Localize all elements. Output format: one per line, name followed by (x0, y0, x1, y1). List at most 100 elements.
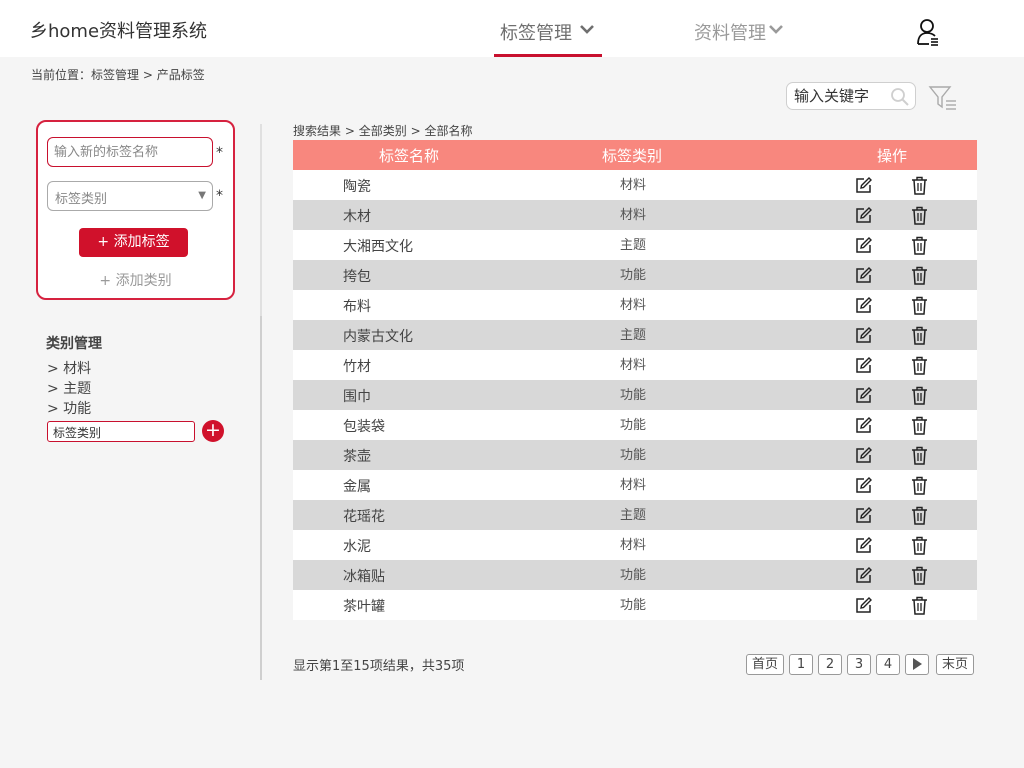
add-tag-button[interactable]: + 添加标签 (79, 228, 188, 257)
edit-icon[interactable] (855, 387, 872, 404)
edit-icon[interactable] (855, 447, 872, 464)
trash-icon[interactable] (911, 236, 928, 255)
tag-name-cell: 包装袋 (343, 419, 385, 435)
table-row: 竹材 材料 (293, 350, 977, 380)
trash-icon[interactable] (911, 176, 928, 195)
table-row: 茶壶 功能 (293, 440, 977, 470)
breadcrumb-separator: > (410, 124, 421, 138)
chevron-down-icon (580, 25, 594, 34)
play-right-icon (913, 658, 922, 670)
tag-type-cell: 主题 (620, 328, 647, 343)
trash-icon[interactable] (911, 266, 928, 285)
breadcrumb-separator: > (142, 68, 153, 82)
chevron-down-icon (769, 25, 783, 34)
edit-icon[interactable] (855, 267, 872, 284)
breadcrumb-item[interactable]: 标签管理 (91, 68, 139, 82)
tag-type-cell: 材料 (620, 208, 647, 223)
tag-name-cell: 围巾 (343, 389, 371, 405)
tag-type-cell: 主题 (620, 508, 647, 523)
table-row: 冰箱贴 功能 (293, 560, 977, 590)
add-category-link[interactable]: + 添加类别 (38, 270, 233, 290)
nav-tag-management[interactable]: 标签管理 (494, 0, 602, 57)
tag-name-cell: 挎包 (343, 269, 371, 285)
new-category-field (47, 421, 195, 442)
edit-icon[interactable] (855, 417, 872, 434)
search-icon[interactable] (890, 87, 910, 107)
add-tag-panel: * 标签类别 ▼ * + 添加标签 + 添加类别 (36, 120, 235, 300)
tag-name-cell: 大湘西文化 (343, 239, 413, 255)
table-row: 花瑶花 主题 (293, 500, 977, 530)
edit-icon[interactable] (855, 477, 872, 494)
table-row: 水泥 材料 (293, 530, 977, 560)
breadcrumb: 当前位置：标签管理 > 产品标签 (31, 66, 205, 83)
trash-icon[interactable] (911, 446, 928, 465)
trash-icon[interactable] (911, 566, 928, 585)
last-page-button[interactable]: 末页 (936, 654, 974, 675)
column-header-type: 标签类别 (602, 147, 663, 165)
tag-name-cell: 竹材 (343, 359, 371, 375)
top-header: 乡home资料管理系统 标签管理 资料管理 (0, 0, 1024, 57)
breadcrumb-item[interactable]: 产品标签 (157, 68, 205, 82)
tag-type-cell: 功能 (620, 448, 647, 463)
column-header-actions: 操作 (877, 147, 908, 165)
trash-icon[interactable] (911, 356, 928, 375)
add-category-button[interactable]: + (202, 420, 224, 442)
tag-name-cell: 布料 (343, 299, 371, 315)
results-crumb-item[interactable]: 搜索结果 (293, 124, 341, 138)
trash-icon[interactable] (911, 506, 928, 525)
edit-icon[interactable] (855, 327, 872, 344)
tag-type-cell: 功能 (620, 418, 647, 433)
page-button-4[interactable]: 4 (876, 654, 900, 675)
edit-icon[interactable] (855, 207, 872, 224)
table-row: 茶叶罐 功能 (293, 590, 977, 620)
nav-data-management[interactable]: 资料管理 (688, 0, 788, 57)
table-row: 挎包 功能 (293, 260, 977, 290)
first-page-button[interactable]: 首页 (746, 654, 784, 675)
edit-icon[interactable] (855, 567, 872, 584)
trash-icon[interactable] (911, 326, 928, 345)
tag-name-cell: 水泥 (343, 539, 371, 555)
trash-icon[interactable] (911, 596, 928, 615)
edit-icon[interactable] (855, 537, 872, 554)
new-category-input[interactable] (53, 424, 188, 440)
user-account-icon[interactable] (916, 18, 940, 46)
tag-type-cell: 功能 (620, 388, 647, 403)
page-button-3[interactable]: 3 (847, 654, 871, 675)
tag-name-cell: 茶叶罐 (343, 599, 385, 615)
trash-icon[interactable] (911, 536, 928, 555)
edit-icon[interactable] (855, 507, 872, 524)
edit-icon[interactable] (855, 237, 872, 254)
edit-icon[interactable] (855, 177, 872, 194)
tag-name-cell: 内蒙古文化 (343, 329, 413, 345)
trash-icon[interactable] (911, 296, 928, 315)
tag-type-cell: 功能 (620, 268, 647, 283)
tag-name-cell: 木材 (343, 209, 371, 225)
results-crumb-item[interactable]: 全部名称 (424, 124, 472, 138)
search-input[interactable] (794, 86, 886, 106)
search-box (786, 82, 916, 110)
nav-active-underline (494, 54, 602, 57)
page-button-2[interactable]: 2 (818, 654, 842, 675)
edit-icon[interactable] (855, 297, 872, 314)
category-item-materials[interactable]: > 材料 (47, 358, 91, 378)
trash-icon[interactable] (911, 416, 928, 435)
tag-type-cell: 功能 (620, 568, 647, 583)
tag-type-cell: 材料 (620, 178, 647, 193)
tag-type-cell: 材料 (620, 538, 647, 553)
category-item-function[interactable]: > 功能 (47, 398, 91, 418)
results-crumb-item[interactable]: 全部类别 (359, 124, 407, 138)
edit-icon[interactable] (855, 357, 872, 374)
table-row: 内蒙古文化 主题 (293, 320, 977, 350)
tag-name-input[interactable] (54, 143, 204, 161)
next-page-button[interactable] (905, 654, 929, 675)
tag-type-cell: 材料 (620, 478, 647, 493)
category-item-theme[interactable]: > 主题 (47, 378, 91, 398)
tag-category-select[interactable]: 标签类别 ▼ (47, 181, 213, 211)
trash-icon[interactable] (911, 476, 928, 495)
filter-icon[interactable] (928, 84, 958, 112)
trash-icon[interactable] (911, 206, 928, 225)
nav-data-management-label: 资料管理 (694, 23, 766, 44)
trash-icon[interactable] (911, 386, 928, 405)
page-button-1[interactable]: 1 (789, 654, 813, 675)
edit-icon[interactable] (855, 597, 872, 614)
